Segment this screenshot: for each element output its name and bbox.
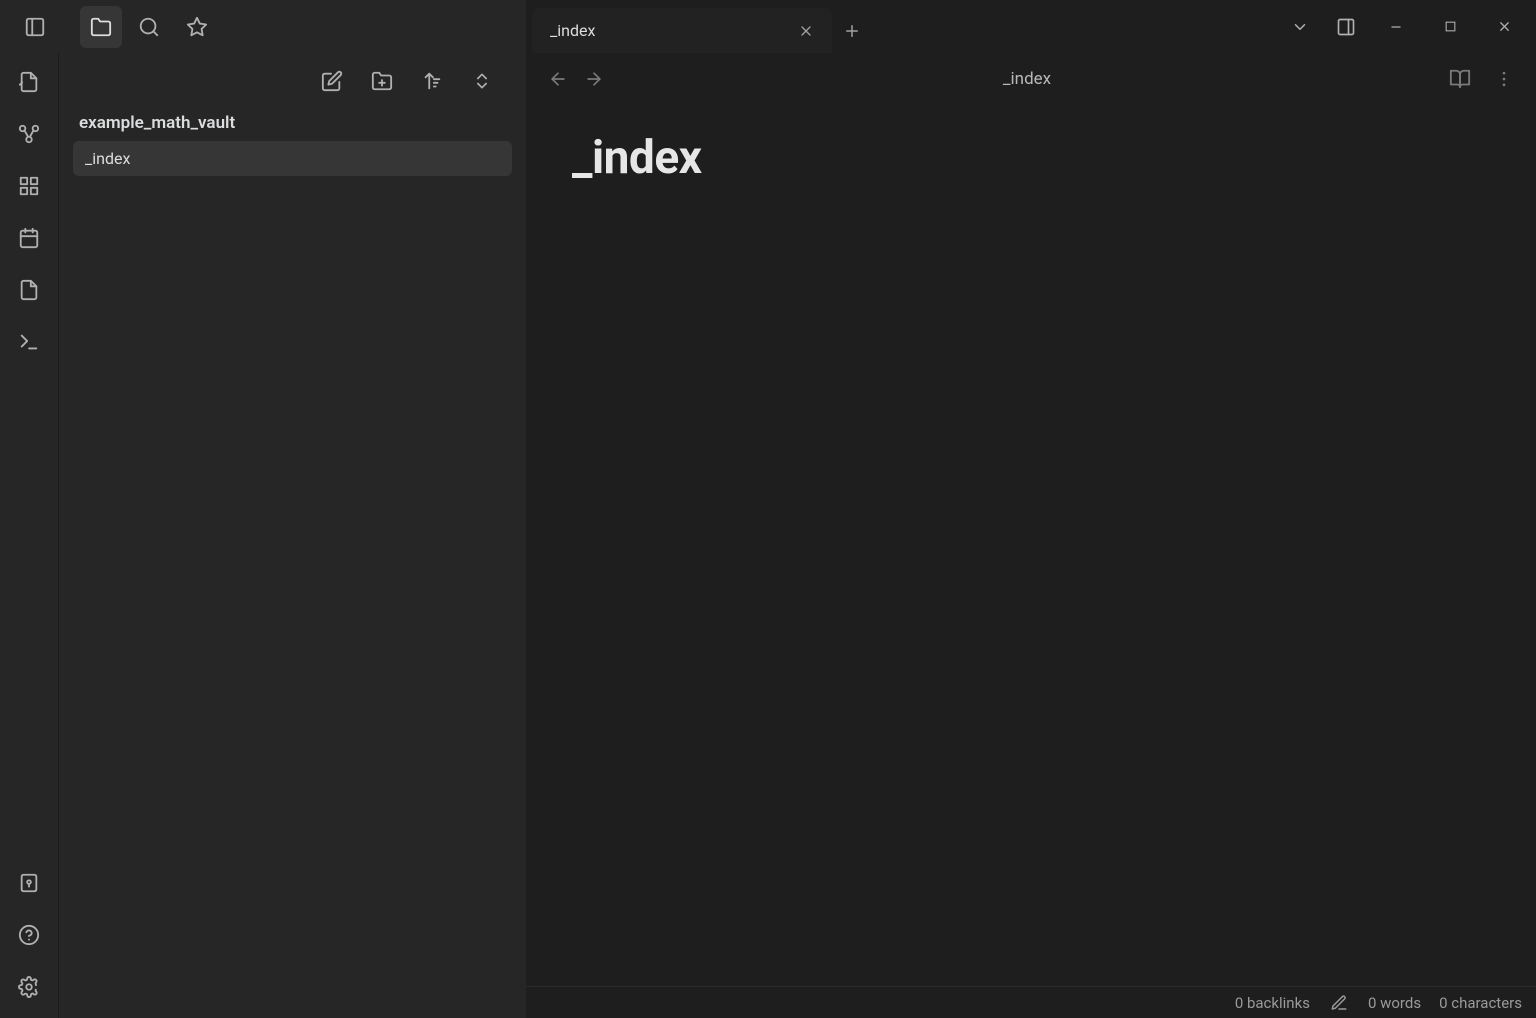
file-icon (18, 279, 40, 301)
statusbar: 0 backlinks 0 words 0 characters (526, 986, 1536, 1018)
sort-button[interactable] (414, 63, 450, 99)
layout-grid-icon (18, 175, 40, 197)
titlebar: _index (0, 0, 1536, 53)
chevron-down-icon (1291, 18, 1309, 36)
window-maximize-button[interactable] (1424, 6, 1476, 48)
left-ribbon (0, 53, 58, 1018)
tab-close-button[interactable] (794, 19, 818, 43)
sidebar-right-icon (1336, 17, 1356, 37)
collapse-expand-button[interactable] (464, 63, 500, 99)
close-icon (798, 23, 814, 39)
folder-plus-icon (371, 70, 393, 92)
file-search-icon (18, 71, 40, 93)
book-open-icon (1449, 68, 1471, 90)
tab-active[interactable]: _index (532, 8, 832, 53)
breadcrumb[interactable]: _index (612, 69, 1442, 89)
graph-icon (18, 123, 40, 145)
search-tab[interactable] (128, 6, 170, 48)
new-folder-button[interactable] (364, 63, 400, 99)
explorer-toolbar (59, 53, 526, 109)
editor-header-tools (1442, 61, 1522, 97)
new-tab-button[interactable] (832, 8, 872, 53)
vault-switcher-button[interactable] (10, 864, 48, 902)
window-minimize-button[interactable] (1370, 6, 1422, 48)
main-row: example_math_vault _index _index (0, 53, 1536, 1018)
note-body[interactable]: _index (526, 105, 1536, 986)
sort-icon (421, 70, 443, 92)
reading-mode-button[interactable] (1442, 61, 1478, 97)
sidebar-icon (24, 16, 46, 38)
status-edit-mode-button[interactable] (1328, 992, 1350, 1014)
search-icon (138, 16, 160, 38)
vault-icon (18, 872, 40, 894)
arrow-right-icon (584, 69, 604, 89)
gear-icon (18, 976, 40, 998)
arrow-left-icon (548, 69, 568, 89)
settings-button[interactable] (10, 968, 48, 1006)
help-icon (18, 924, 40, 946)
toggle-right-sidebar-button[interactable] (1324, 6, 1368, 48)
close-icon (1497, 19, 1512, 34)
minimize-icon (1389, 20, 1403, 34)
star-icon (186, 16, 208, 38)
file-explorer-pane: example_math_vault _index (58, 53, 526, 1018)
nav-back-button[interactable] (540, 61, 576, 97)
nav-forward-button[interactable] (576, 61, 612, 97)
quick-switcher-button[interactable] (10, 63, 48, 101)
daily-note-button[interactable] (10, 219, 48, 257)
command-palette-button[interactable] (10, 323, 48, 361)
file-explorer-tab[interactable] (80, 6, 122, 48)
edit-icon (321, 70, 343, 92)
maximize-icon (1444, 20, 1457, 33)
chevrons-up-down-icon (472, 71, 492, 91)
help-button[interactable] (10, 916, 48, 954)
plus-icon (843, 22, 861, 40)
status-words[interactable]: 0 words (1368, 994, 1421, 1012)
tab-strip: _index (526, 0, 1278, 53)
more-vertical-icon (1494, 69, 1514, 89)
file-item[interactable]: _index (73, 141, 512, 176)
window-close-button[interactable] (1478, 6, 1530, 48)
graph-view-button[interactable] (10, 115, 48, 153)
more-options-button[interactable] (1486, 61, 1522, 97)
status-characters[interactable]: 0 characters (1439, 994, 1522, 1012)
vault-title[interactable]: example_math_vault (59, 109, 526, 141)
bookmarks-tab[interactable] (176, 6, 218, 48)
editor-pane: _index _index 0 backlinks 0 words 0 char… (526, 53, 1536, 1018)
canvas-button[interactable] (10, 167, 48, 205)
titlebar-left-toolbar (0, 0, 526, 53)
file-item-label: _index (85, 149, 130, 168)
new-note-button[interactable] (314, 63, 350, 99)
tab-list-dropdown[interactable] (1278, 6, 1322, 48)
terminal-icon (18, 331, 40, 353)
tab-title: _index (550, 21, 794, 40)
pen-icon (1330, 994, 1348, 1012)
note-title[interactable]: _index (572, 131, 1490, 185)
collapse-sidebar-button[interactable] (14, 6, 56, 48)
editor-header: _index (526, 53, 1536, 105)
status-backlinks[interactable]: 0 backlinks (1235, 994, 1310, 1012)
templates-button[interactable] (10, 271, 48, 309)
calendar-icon (18, 227, 40, 249)
folder-icon (90, 16, 112, 38)
titlebar-right-controls (1278, 0, 1536, 53)
